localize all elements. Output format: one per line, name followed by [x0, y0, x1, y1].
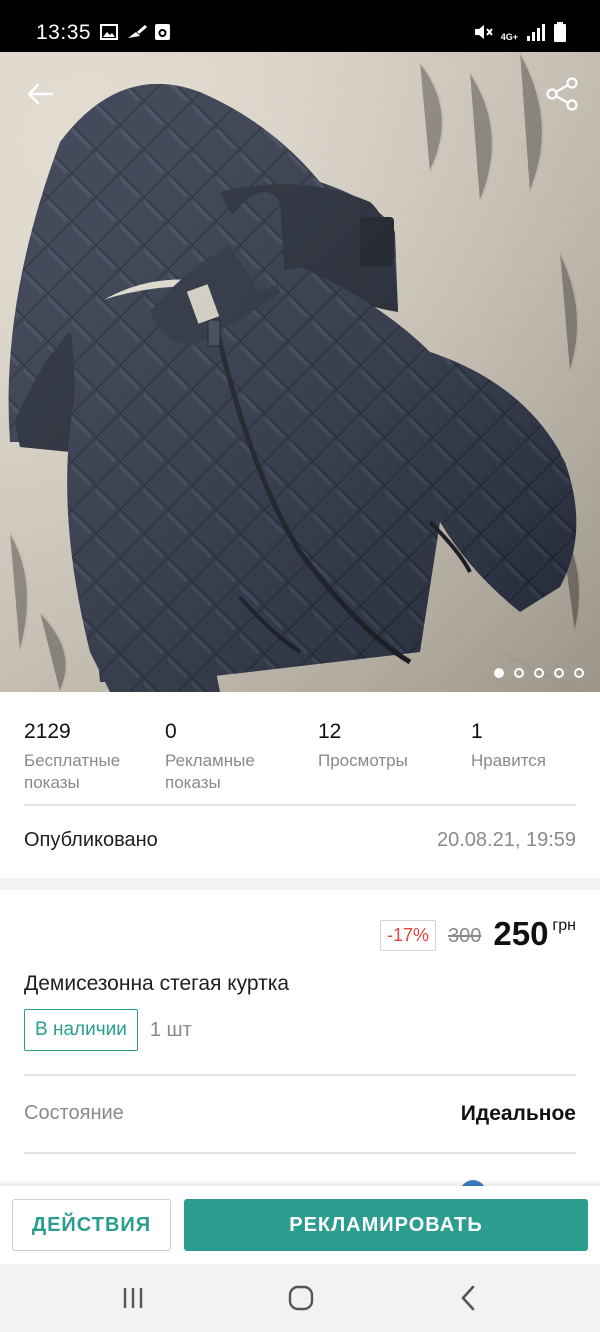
stat-ad-impressions: 0 Рекламные показы — [165, 720, 318, 794]
condition-row: Состояние Идеальное — [24, 1102, 576, 1126]
stat-label: Нравится — [471, 751, 547, 770]
stat-label: Просмотры — [318, 751, 408, 770]
gallery-dot[interactable] — [554, 668, 564, 678]
home-icon[interactable] — [286, 1284, 316, 1312]
share-icon[interactable] — [542, 74, 582, 114]
stat-value: 1 — [471, 720, 483, 743]
recent-apps-icon[interactable] — [118, 1284, 148, 1312]
stat-free-impressions: 2129 Бесплатные показы — [24, 720, 165, 794]
discount-badge: -17% — [379, 920, 436, 951]
promote-button[interactable]: РЕКЛАМИРОВАТЬ — [184, 1199, 588, 1251]
gallery-dot[interactable] — [494, 668, 504, 678]
stat-label: Бесплатные показы — [24, 751, 121, 792]
gallery-dot[interactable] — [514, 668, 524, 678]
broom-icon — [128, 24, 147, 38]
price-row: -17% 300 250 грн — [379, 915, 576, 953]
stat-likes: 1 Нравится — [471, 720, 576, 794]
jacket-photo — [0, 52, 600, 692]
status-bar: 13:35 4G+ — [0, 0, 600, 52]
battery-icon — [554, 22, 566, 42]
network-type: 4G+ — [500, 32, 518, 42]
camera-box-icon — [155, 24, 170, 40]
mute-icon — [474, 25, 493, 39]
gallery-pagination — [494, 668, 584, 678]
status-time: 13:35 — [36, 21, 92, 44]
published-label: Опубликовано — [24, 828, 158, 851]
listing-photo-gallery[interactable] — [0, 52, 600, 692]
system-nav-bar — [0, 1264, 600, 1332]
gallery-dot[interactable] — [574, 668, 584, 678]
divider — [24, 804, 576, 806]
gallery-dot[interactable] — [534, 668, 544, 678]
price-value: 250 — [493, 915, 549, 952]
published-date: 20.08.21, 19:59 — [436, 828, 576, 851]
stat-label: Рекламные показы — [165, 751, 255, 792]
stock-status-badge: В наличии — [24, 1009, 138, 1051]
condition-label: Состояние — [24, 1102, 124, 1124]
divider — [24, 1074, 576, 1076]
price-currency: грн — [552, 917, 576, 934]
listing-stats: 2129 Бесплатные показы 0 Рекламные показ… — [24, 720, 576, 794]
stock-row: В наличии 1 шт — [24, 1009, 192, 1051]
condition-value: Идеальное — [460, 1102, 576, 1125]
stat-value: 12 — [318, 720, 342, 743]
listing-title: Демисезонна стегая куртка — [24, 972, 290, 995]
old-price: 300 — [447, 925, 482, 947]
quantity: 1 шт — [149, 1018, 192, 1041]
stat-value: 0 — [165, 720, 177, 743]
published-row: Опубликовано 20.08.21, 19:59 — [24, 828, 576, 852]
stat-value: 2129 — [24, 720, 71, 743]
section-separator — [0, 878, 600, 890]
back-arrow-icon[interactable] — [22, 74, 62, 114]
actions-button[interactable]: ДЕЙСТВИЯ — [12, 1199, 171, 1251]
action-bar: ДЕЙСТВИЯ РЕКЛАМИРОВАТЬ — [0, 1186, 600, 1264]
stat-views: 12 Просмотры — [318, 720, 471, 794]
signal-icon — [527, 24, 545, 41]
back-nav-icon[interactable] — [454, 1284, 484, 1312]
gallery-icon — [100, 24, 118, 40]
divider — [24, 1152, 576, 1154]
current-price: 250 грн — [493, 915, 576, 953]
